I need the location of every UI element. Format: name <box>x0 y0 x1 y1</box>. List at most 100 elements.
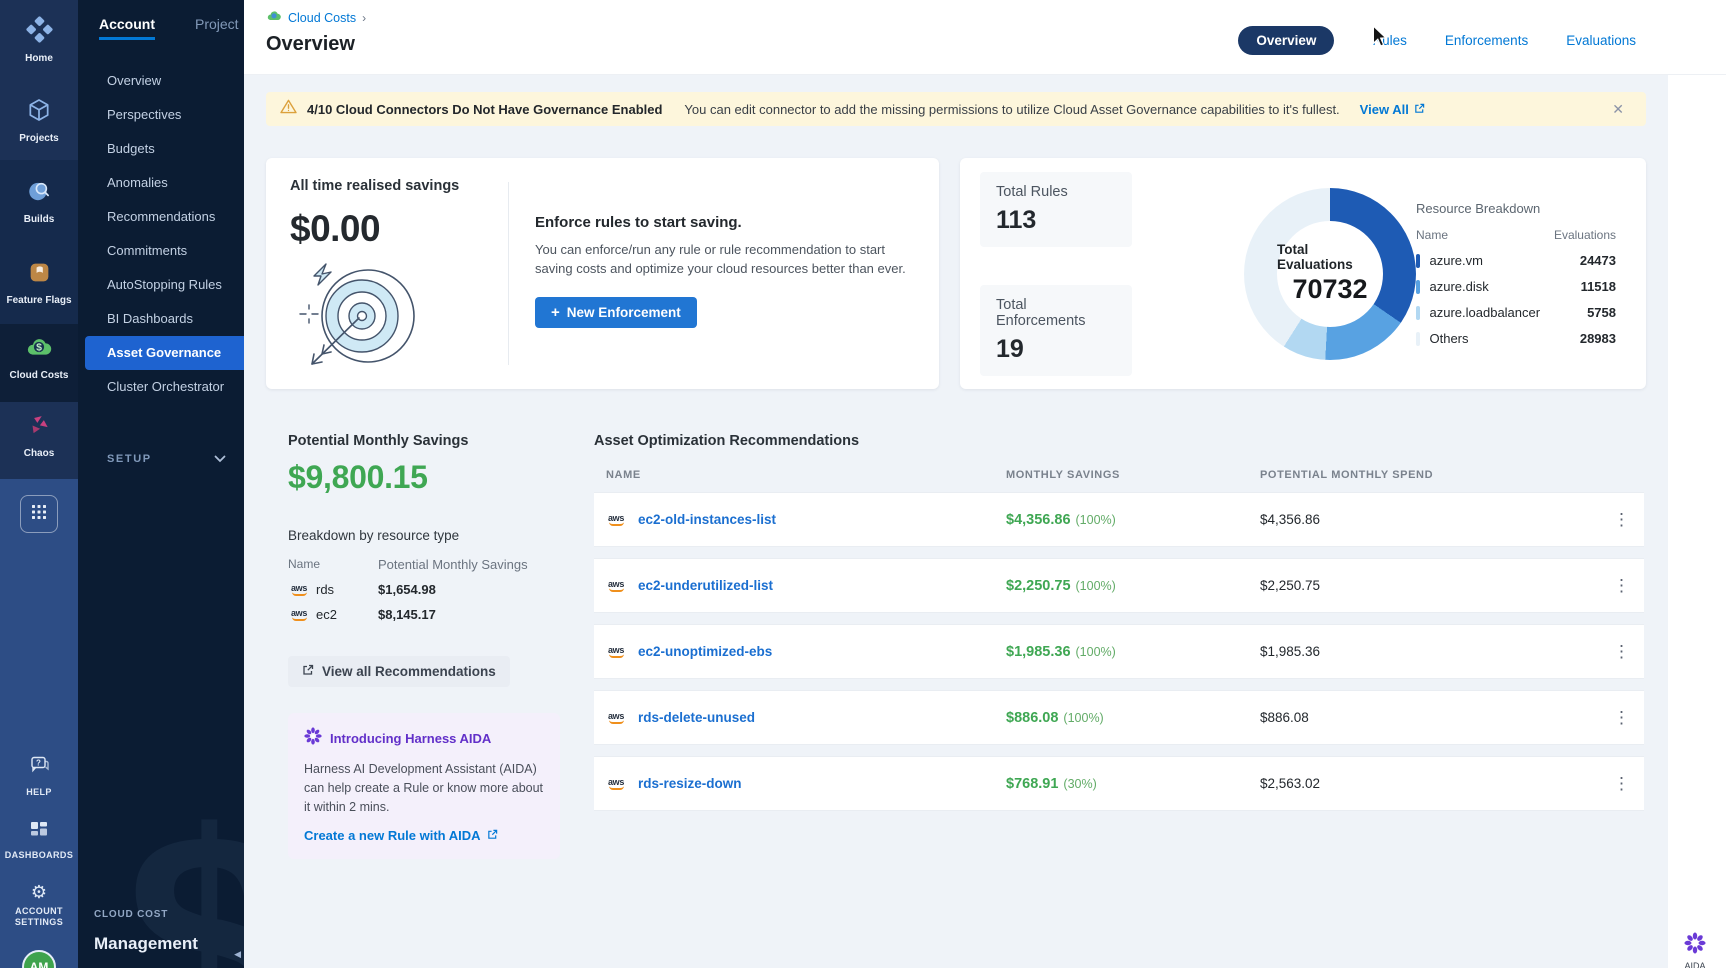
sidebar-item-recommendations[interactable]: Recommendations <box>78 200 244 234</box>
tab-project[interactable]: Project <box>195 16 239 40</box>
new-enforcement-button[interactable]: + New Enforcement <box>535 297 697 328</box>
sidebar-collapse-icon[interactable]: ◀ <box>234 949 241 960</box>
savings-percent: (100%) <box>1076 645 1116 659</box>
kebab-menu-icon[interactable]: ⋮ <box>1600 774 1644 794</box>
monthly-savings-value: $768.91 <box>1006 776 1058 792</box>
legend-swatch <box>1416 254 1420 268</box>
potential-spend-value: $1,985.36 <box>1240 644 1600 659</box>
kebab-menu-icon[interactable]: ⋮ <box>1600 708 1644 728</box>
potential-spend-value: $2,563.02 <box>1240 776 1600 791</box>
content-area: 4/10 Cloud Connectors Do Not Have Govern… <box>244 75 1668 968</box>
user-avatar[interactable]: AM <box>22 950 56 968</box>
stat-tiles: Total Rules 113 Total Enforcements 19 <box>980 172 1132 376</box>
module-picker-button[interactable] <box>20 495 58 533</box>
help-button[interactable]: ? HELP <box>26 755 52 798</box>
potential-spend-value: $886.08 <box>1240 710 1600 725</box>
rail-item-label: Cloud Costs <box>10 370 69 381</box>
sidebar-item-overview[interactable]: Overview <box>78 64 244 98</box>
projects-cube-icon <box>26 97 52 128</box>
page-tabs: Overview Rules Enforcements Evaluations <box>1238 9 1636 71</box>
rail-section-bottom: ? HELP DASHBOARDS <box>0 479 78 968</box>
tab-enforcements[interactable]: Enforcements <box>1445 33 1528 48</box>
resource-savings: $8,145.17 <box>378 607 436 622</box>
tab-account[interactable]: Account <box>99 16 155 40</box>
create-rule-with-aida-link[interactable]: Create a new Rule with AIDA <box>304 828 498 843</box>
sidebar-item-anomalies[interactable]: Anomalies <box>78 166 244 200</box>
view-all-recommendations-button[interactable]: View all Recommendations <box>288 656 510 687</box>
rail-item-projects[interactable]: Projects <box>0 80 78 160</box>
monthly-savings-column-header: MONTHLY SAVINGS <box>990 469 1240 481</box>
legend-name-header: Name <box>1416 228 1448 242</box>
savings-percent: (30%) <box>1063 777 1096 791</box>
tab-overview[interactable]: Overview <box>1238 26 1334 55</box>
mini-savings-header: Potential Monthly Savings <box>378 557 528 572</box>
governance-warning-banner: 4/10 Cloud Connectors Do Not Have Govern… <box>266 92 1646 126</box>
view-all-label: View All <box>1360 102 1409 117</box>
enforce-heading: Enforce rules to start saving. <box>535 214 915 231</box>
kebab-menu-icon[interactable]: ⋮ <box>1600 642 1644 662</box>
legend-value: 5758 <box>1587 305 1616 320</box>
rail-item-chaos[interactable]: Chaos <box>0 402 78 469</box>
savings-label: All time realised savings <box>290 178 508 194</box>
dashboards-label: DASHBOARDS <box>5 850 74 861</box>
legend-name: azure.loadbalancer <box>1430 305 1541 320</box>
rail-item-cloud-costs[interactable]: $ Cloud Costs <box>0 324 78 391</box>
dashboards-icon <box>29 820 49 845</box>
tab-rules[interactable]: Rules <box>1372 33 1407 48</box>
recommendations-header-row: NAME MONTHLY SAVINGS POTENTIAL MONTHLY S… <box>594 469 1644 481</box>
sidebar-item-bi-dashboards[interactable]: BI Dashboards <box>78 302 244 336</box>
sidebar-item-commitments[interactable]: Commitments <box>78 234 244 268</box>
sidebar-item-cluster-orchestrator[interactable]: Cluster Orchestrator <box>78 370 244 404</box>
chaos-icon <box>26 412 52 443</box>
recommendation-link[interactable]: ec2-underutilized-list <box>638 578 990 593</box>
monthly-savings-value: $1,985.36 <box>1006 644 1071 660</box>
rail-item-builds[interactable]: Builds <box>0 160 78 242</box>
kebab-menu-icon[interactable]: ⋮ <box>1600 510 1644 530</box>
help-label: HELP <box>26 787 52 798</box>
recommendation-link[interactable]: rds-resize-down <box>638 776 990 791</box>
dashboards-button[interactable]: DASHBOARDS <box>5 820 74 861</box>
kebab-menu-icon[interactable]: ⋮ <box>1600 576 1644 596</box>
realised-savings-card: All time realised savings $0.00 <box>266 158 939 389</box>
legend-swatch <box>1416 280 1420 294</box>
aida-flower-icon <box>304 727 322 750</box>
recommendation-link[interactable]: rds-delete-unused <box>638 710 990 725</box>
sidebar-item-asset-governance[interactable]: Asset Governance <box>85 336 244 370</box>
tab-evaluations[interactable]: Evaluations <box>1566 33 1636 48</box>
asset-optimization-section: Asset Optimization Recommendations NAME … <box>594 433 1644 859</box>
table-row: aws ec2-old-instances-list $4,356.86(100… <box>594 492 1644 547</box>
legend-name: azure.vm <box>1430 253 1483 268</box>
resource-savings: $1,654.98 <box>378 582 436 597</box>
mini-name-header: Name <box>288 557 378 572</box>
breadcrumb-cloud-costs-link[interactable]: Cloud Costs <box>288 11 356 25</box>
banner-view-all-link[interactable]: View All <box>1360 102 1425 117</box>
sidebar-item-perspectives[interactable]: Perspectives <box>78 98 244 132</box>
external-link-icon <box>302 664 314 679</box>
savings-summary: All time realised savings $0.00 <box>290 178 508 369</box>
enforce-body: You can enforce/run any rule or rule rec… <box>535 241 915 279</box>
sidebar-item-budgets[interactable]: Budgets <box>78 132 244 166</box>
table-row: aws rds-resize-down $768.91(30%) $2,563.… <box>594 756 1644 811</box>
legend-row: azure.disk 11518 <box>1416 279 1616 294</box>
main-area: Cloud Costs › Overview Overview Rules En… <box>244 0 1726 968</box>
rail-section-mid: Builds Feature Flags <box>0 160 78 324</box>
aida-floating-widget[interactable]: AIDA <box>1684 932 1706 968</box>
recommendation-link[interactable]: ec2-unoptimized-ebs <box>638 644 990 659</box>
setup-label: SETUP <box>107 453 152 465</box>
setup-section-toggle[interactable]: SETUP <box>78 450 244 468</box>
donut-center: Total Evaluations 70732 <box>1277 221 1383 327</box>
legend-value: 24473 <box>1580 253 1616 268</box>
account-settings-button[interactable]: ⚙ ACCOUNT SETTINGS <box>8 883 70 928</box>
potential-spend-value: $4,356.86 <box>1240 512 1600 527</box>
aida-body: Harness AI Development Assistant (AIDA) … <box>304 760 544 816</box>
close-icon[interactable]: ✕ <box>1612 101 1624 118</box>
recommendation-link[interactable]: ec2-old-instances-list <box>638 512 990 527</box>
monthly-savings-value: $2,250.75 <box>1006 578 1071 594</box>
rail-item-feature-flags[interactable]: Feature Flags <box>0 242 78 324</box>
aida-promo-card: Introducing Harness AIDA Harness AI Deve… <box>288 713 560 859</box>
sidebar-item-autostopping-rules[interactable]: AutoStopping Rules <box>78 268 244 302</box>
potential-spend-column-header: POTENTIAL MONTHLY SPEND <box>1240 469 1600 481</box>
rail-item-home[interactable]: Home <box>0 0 78 80</box>
mini-row-ec2: aws ec2 $8,145.17 <box>288 607 560 622</box>
total-rules-tile: Total Rules 113 <box>980 172 1132 247</box>
